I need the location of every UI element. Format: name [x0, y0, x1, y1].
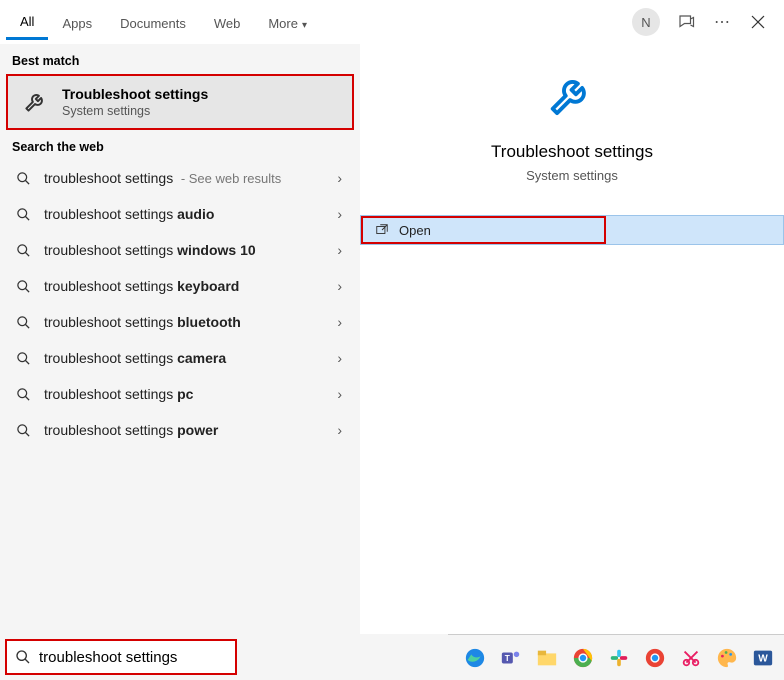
best-match-result[interactable]: Troubleshoot settings System settings: [6, 74, 354, 130]
web-result-text: troubleshoot settings camera: [44, 350, 333, 366]
search-icon: [14, 279, 32, 294]
open-icon: [375, 223, 389, 237]
close-icon[interactable]: [748, 12, 768, 32]
svg-text:T: T: [505, 653, 510, 662]
search-icon: [14, 171, 32, 186]
user-avatar[interactable]: N: [632, 8, 660, 36]
section-search-web: Search the web: [0, 130, 360, 160]
bottom-bar: T W: [0, 634, 784, 680]
feedback-icon[interactable]: [676, 12, 696, 32]
taskbar-slack-icon[interactable]: [604, 643, 634, 673]
web-result-text: troubleshoot settings bluetooth: [44, 314, 333, 330]
tab-documents[interactable]: Documents: [106, 6, 200, 39]
taskbar-chrome-icon[interactable]: [568, 643, 598, 673]
taskbar-chrome2-icon[interactable]: [640, 643, 670, 673]
search-icon: [14, 351, 32, 366]
search-icon: [15, 649, 31, 665]
search-icon: [14, 423, 32, 438]
taskbar-edge-icon[interactable]: [460, 643, 490, 673]
taskbar: T W: [448, 634, 784, 680]
search-box[interactable]: [6, 640, 236, 674]
filter-tabs: All Apps Documents Web More ▾ N ⋯: [0, 0, 784, 44]
taskbar-snip-icon[interactable]: [676, 643, 706, 673]
web-results-list: troubleshoot settings - See web results›…: [0, 160, 360, 448]
svg-text:W: W: [758, 653, 768, 664]
open-action[interactable]: Open: [360, 215, 784, 245]
best-match-title: Troubleshoot settings: [62, 86, 208, 102]
chevron-right-icon: ›: [333, 170, 346, 186]
tab-all[interactable]: All: [6, 4, 48, 40]
web-result-text: troubleshoot settings power: [44, 422, 333, 438]
tab-more[interactable]: More ▾: [254, 6, 321, 39]
web-result-item[interactable]: troubleshoot settings windows 10›: [0, 232, 360, 268]
tab-apps[interactable]: Apps: [48, 6, 106, 39]
preview-subtitle: System settings: [526, 168, 618, 183]
web-result-text: troubleshoot settings pc: [44, 386, 333, 402]
preview-title: Troubleshoot settings: [491, 142, 653, 162]
tab-web[interactable]: Web: [200, 6, 255, 39]
section-best-match: Best match: [0, 44, 360, 74]
search-icon: [14, 207, 32, 222]
wrench-icon: [22, 88, 50, 116]
search-input[interactable]: [39, 649, 238, 666]
web-result-item[interactable]: troubleshoot settings audio›: [0, 196, 360, 232]
open-label: Open: [399, 223, 431, 238]
search-icon: [14, 243, 32, 258]
search-icon: [14, 387, 32, 402]
wrench-icon: [544, 68, 600, 124]
taskbar-paint-icon[interactable]: [712, 643, 742, 673]
web-result-item[interactable]: troubleshoot settings camera›: [0, 340, 360, 376]
web-result-item[interactable]: troubleshoot settings - See web results›: [0, 160, 360, 196]
web-result-text: troubleshoot settings keyboard: [44, 278, 333, 294]
chevron-right-icon: ›: [333, 350, 346, 366]
web-result-text: troubleshoot settings - See web results: [44, 170, 333, 186]
web-result-text: troubleshoot settings audio: [44, 206, 333, 222]
web-result-item[interactable]: troubleshoot settings pc›: [0, 376, 360, 412]
search-icon: [14, 315, 32, 330]
preview-panel: Troubleshoot settings System settings Op…: [360, 44, 784, 634]
chevron-right-icon: ›: [333, 386, 346, 402]
web-result-item[interactable]: troubleshoot settings keyboard›: [0, 268, 360, 304]
chevron-right-icon: ›: [333, 242, 346, 258]
best-match-subtitle: System settings: [62, 104, 208, 118]
chevron-right-icon: ›: [333, 422, 346, 438]
results-panel: Best match Troubleshoot settings System …: [0, 44, 360, 634]
chevron-right-icon: ›: [333, 206, 346, 222]
chevron-right-icon: ›: [333, 314, 346, 330]
web-result-item[interactable]: troubleshoot settings bluetooth›: [0, 304, 360, 340]
tab-more-label: More: [268, 16, 298, 31]
taskbar-word-icon[interactable]: W: [748, 643, 778, 673]
taskbar-teams-icon[interactable]: T: [496, 643, 526, 673]
chevron-right-icon: ›: [333, 278, 346, 294]
taskbar-explorer-icon[interactable]: [532, 643, 562, 673]
web-result-item[interactable]: troubleshoot settings power›: [0, 412, 360, 448]
web-result-text: troubleshoot settings windows 10: [44, 242, 333, 258]
chevron-down-icon: ▾: [302, 20, 307, 31]
more-options-icon[interactable]: ⋯: [712, 12, 732, 32]
